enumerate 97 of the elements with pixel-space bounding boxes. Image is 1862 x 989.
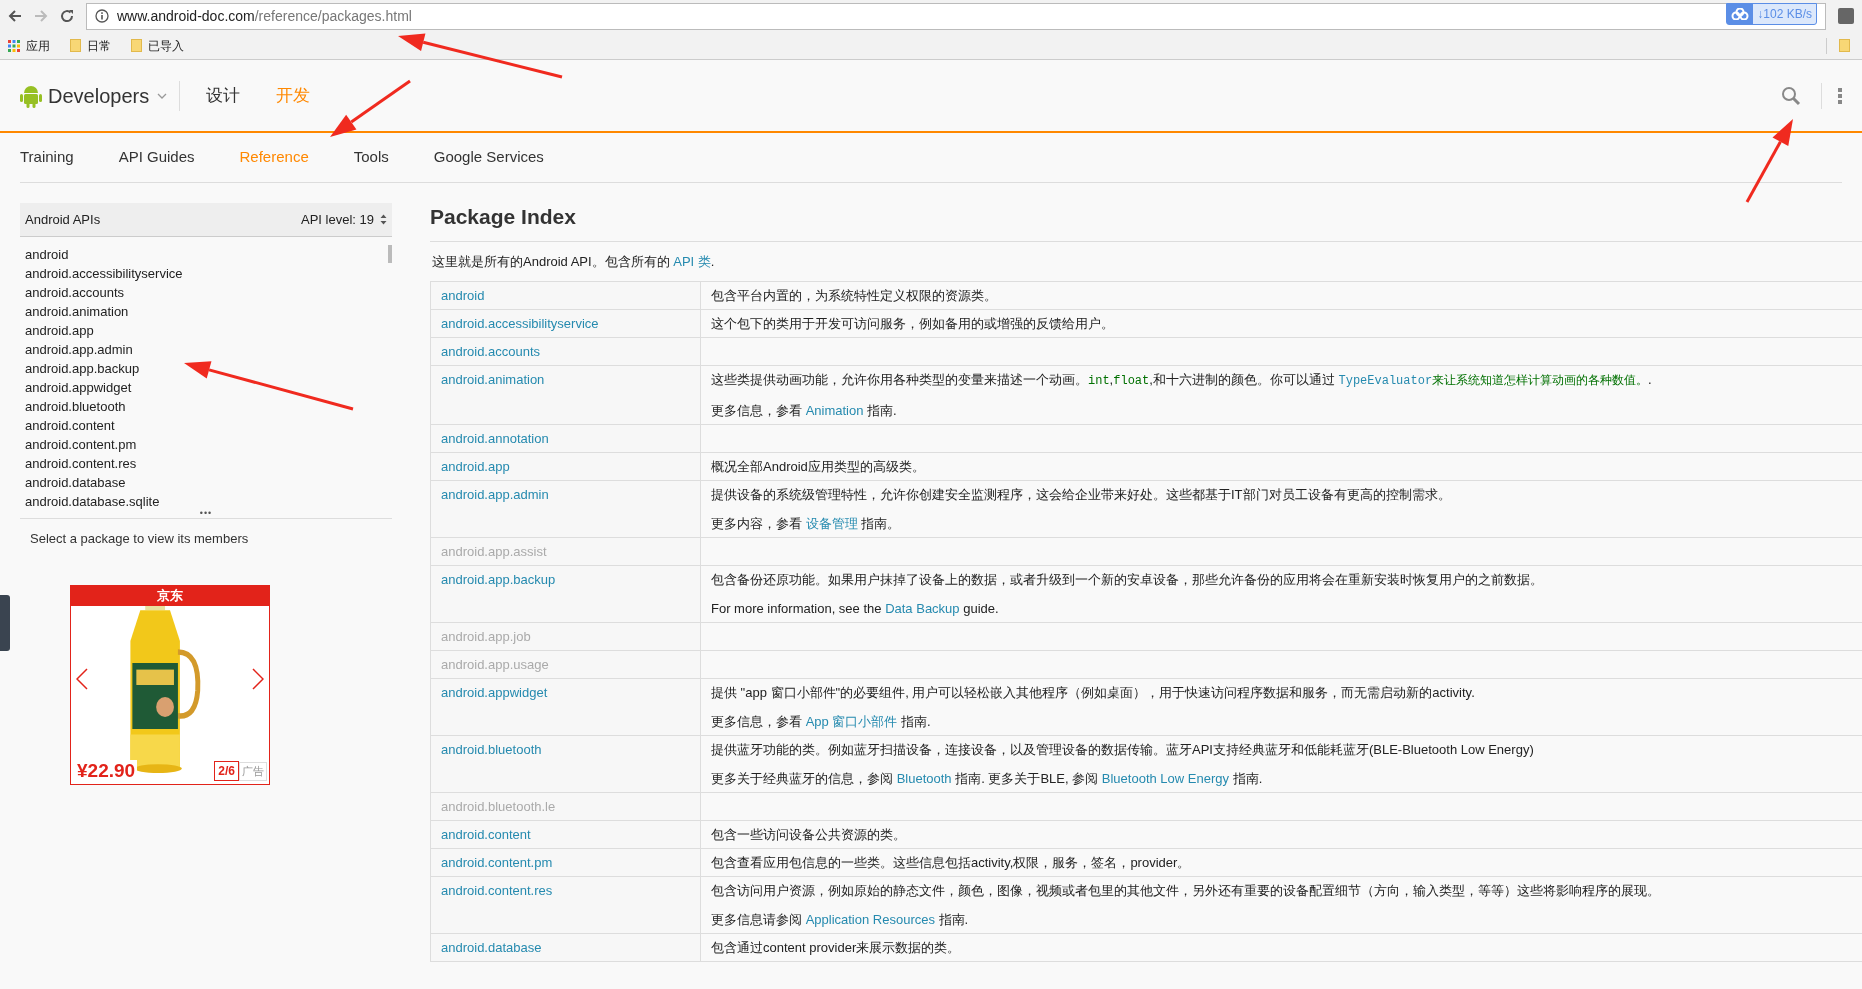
forward-icon[interactable]: [34, 9, 48, 23]
bookmark-link[interactable]: 应用: [26, 36, 50, 55]
package-link[interactable]: android.app: [441, 459, 510, 474]
doc-link[interactable]: Application Resources: [805, 912, 935, 927]
package-link[interactable]: android.app.backup: [441, 572, 556, 587]
package-link[interactable]: android.content.res: [441, 883, 553, 898]
intro-text: 这里就是所有的Android API。包含所有的 API 类.: [432, 252, 716, 271]
package-link[interactable]: android.content: [441, 827, 531, 842]
folder-icon: [1839, 39, 1850, 52]
package-description: 包含访问用户资源，例如原始的静态文件，颜色，图像，视频或者包里的其他文件，另外还有重要的设备配置细节（方向，输入类型，等等）这些将影响程序的展现。: [711, 882, 1661, 899]
section-tab[interactable]: 开发: [276, 82, 311, 109]
ad-tag: 广告: [239, 762, 267, 781]
resize-handle[interactable]: •••: [199, 509, 213, 518]
bookmark-link[interactable]: 已导入: [148, 36, 184, 55]
sidebar-hint: Select a package to view its members: [29, 530, 250, 548]
package-link[interactable]: android.animation: [441, 372, 545, 387]
apps-icon: [8, 39, 20, 52]
package-description: 包含备份还原功能。如果用户抹掉了设备上的数据，或者升级到一个新的安卓设备，那些允许备份的应用将会在重新安装时恢复用户的之前数据。: [711, 571, 1544, 588]
sidebar-title: Android APIs: [25, 210, 101, 229]
cloud-icon: [1727, 3, 1754, 24]
package-link[interactable]: android.database.sqlite: [20, 492, 392, 509]
package-link[interactable]: android.content.pm: [20, 435, 392, 454]
package-description: 更多信息，参看 Animation 指南.: [711, 402, 898, 419]
doc-link[interactable]: Animation: [805, 403, 864, 418]
doc-link[interactable]: App 窗口小部件: [805, 714, 898, 729]
code-link[interactable]: TypeEvaluator: [1338, 374, 1433, 388]
scrollbar-thumb[interactable]: [388, 245, 392, 263]
package-link[interactable]: android.app.backup: [20, 359, 392, 378]
brand-name[interactable]: Developers: [48, 80, 150, 111]
nav-tab[interactable]: Google Services: [433, 146, 544, 169]
package-link[interactable]: android.accessibilityservice: [441, 316, 599, 331]
package-link[interactable]: android.bluetooth: [20, 397, 392, 416]
url-text: www.android-doc.com/reference/packages.html: [117, 6, 412, 26]
package-description: 概况全部Android应用类型的高级类。: [711, 458, 926, 475]
package-description: 提供蓝牙功能的类。例如蓝牙扫描设备，连接设备，以及管理设备的数据传输。蓝牙API支持经典蓝牙和低能耗蓝牙(BLE-Bluetooth Low Energy): [711, 741, 1535, 758]
package-link[interactable]: android: [20, 245, 392, 264]
api-level-select[interactable]: API level: 19: [301, 209, 387, 230]
doc-link[interactable]: Data Backup: [885, 601, 960, 616]
package-link[interactable]: android.accessibilityservice: [20, 264, 392, 283]
package-link[interactable]: android.accounts: [441, 344, 540, 359]
chevron-down-icon[interactable]: [157, 92, 168, 99]
package-description: 包含平台内置的，为系统特性定义权限的资源类。: [711, 287, 998, 304]
package-link[interactable]: android.app: [20, 321, 392, 340]
folder-icon: [70, 39, 81, 52]
folder-icon: [131, 39, 142, 52]
android-logo-icon: [20, 83, 42, 108]
sort-icon: [380, 214, 387, 225]
ad-brand: 京东: [157, 586, 183, 605]
download-widget[interactable]: ↓102 KB/s: [1726, 2, 1817, 25]
package-description: 包含通过content provider来展示数据的类。: [711, 939, 962, 956]
nav-tab[interactable]: Reference: [239, 146, 309, 169]
package-link[interactable]: android.appwidget: [20, 378, 392, 397]
package-link[interactable]: android.accounts: [20, 283, 392, 302]
side-handle[interactable]: [0, 595, 10, 651]
package-description: For more information, see the Data Backup guide.: [711, 600, 1000, 617]
address-bar[interactable]: www.android-doc.com/reference/packages.html ↓102 KB/s: [86, 2, 1826, 30]
package-description: 更多内容，参看 设备管理 指南。: [711, 515, 902, 532]
package-description: 这些类提供动画功能，允许你用各种类型的变量来描述一个动画。int,float,和十六进制的颜色。你可以通过 TypeEvaluator来让系统知道怎样计算动画的各种数值。.: [711, 371, 1653, 390]
package-description: 包含查看应用包信息的一些类。这些信息包括activity,权限，服务，签名，provider。: [711, 854, 1192, 871]
package-link[interactable]: android.content.pm: [441, 855, 553, 870]
search-icon[interactable]: [1781, 85, 1801, 106]
package-description: 这个包下的类用于开发可访问服务，例如备用的或增强的反馈给用户。: [711, 315, 1115, 332]
bookmark-link[interactable]: 日常: [87, 36, 111, 55]
doc-link[interactable]: Bluetooth: [896, 771, 952, 786]
section-tab[interactable]: 设计: [206, 82, 241, 109]
doc-link[interactable]: 设备管理: [805, 516, 858, 531]
reload-icon[interactable]: [60, 9, 74, 23]
package-link[interactable]: android.app.admin: [441, 487, 549, 502]
package-link[interactable]: android.database: [441, 940, 542, 955]
page-title: Package Index: [430, 201, 1862, 242]
package-description: 更多信息请参阅 Application Resources 指南.: [711, 911, 970, 928]
doc-link[interactable]: API 类: [673, 253, 711, 269]
doc-link[interactable]: Bluetooth Low Energy: [1101, 771, 1229, 786]
chevron-left-icon[interactable]: [76, 667, 88, 690]
nav-tab[interactable]: Tools: [353, 146, 389, 169]
package-link[interactable]: android.annotation: [441, 431, 549, 446]
download-speed: ↓102 KB/s: [1756, 5, 1813, 23]
package-link[interactable]: android.animation: [20, 302, 392, 321]
package-description: 更多关于经典蓝牙的信息，参阅 Bluetooth 指南. 更多关于BLE, 参阅 Bluetooth Low Energy 指南.: [711, 770, 1264, 787]
package-description: 更多信息，参看 App 窗口小部件 指南.: [711, 713, 932, 730]
package-link[interactable]: android.database: [20, 473, 392, 492]
package-link[interactable]: android.appwidget: [441, 685, 548, 700]
package-description: 提供 "app 窗口小部件"的必要组件, 用户可以轻松嵌入其他程序（例如桌面），用于快速访问程序数据和服务，而无需启动新的activity.: [711, 684, 1476, 701]
package-link[interactable]: android.content.res: [20, 454, 392, 473]
package-link[interactable]: android.app.admin: [20, 340, 392, 359]
nav-tab[interactable]: Training: [20, 146, 74, 169]
nav-tab[interactable]: API Guides: [118, 146, 195, 169]
back-icon[interactable]: [8, 9, 22, 23]
package-description: 包含一些访问设备公共资源的类。: [711, 826, 907, 843]
package-link[interactable]: android.content: [20, 416, 392, 435]
package-link[interactable]: android.bluetooth: [441, 742, 542, 757]
more-icon[interactable]: [1838, 87, 1842, 104]
package-description: 提供设备的系统级管理特性，允许你创建安全监测程序，这会给企业带来好处。这些都基于IT部门对员工设备有更高的控制需求。: [711, 486, 1452, 503]
info-icon: [95, 9, 109, 23]
chevron-right-icon[interactable]: [252, 667, 264, 690]
package-link[interactable]: android: [441, 288, 485, 303]
ad-banner[interactable]: 京东 ¥22.90 2/6 广告: [70, 584, 270, 785]
